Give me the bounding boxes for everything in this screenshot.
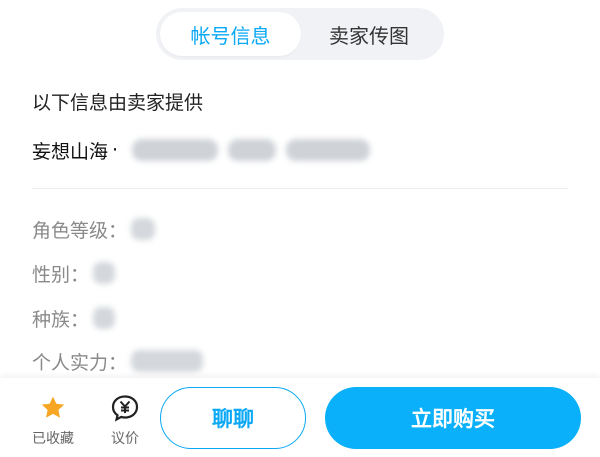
attribute-row-gender: 性别：: [32, 258, 116, 288]
blurred-value: [93, 262, 116, 284]
tab-bar: 帐号信息 卖家传图: [156, 8, 444, 60]
attribute-label: 角色等级：: [32, 219, 128, 242]
attribute-row-level: 角色等级：: [32, 214, 156, 244]
divider: [32, 188, 568, 189]
favorite-label: 已收藏: [32, 431, 74, 447]
buy-now-button[interactable]: 立即购买: [325, 387, 581, 449]
star-icon: [41, 396, 65, 418]
attribute-label: 种族：: [32, 308, 90, 331]
bottom-action-bar: 已收藏 议价 聊聊 立即购买: [0, 378, 600, 457]
attribute-row-race: 种族：: [32, 303, 116, 333]
blurred-region-info: [228, 139, 277, 161]
attribute-label: 性别：: [32, 263, 90, 286]
favorite-button[interactable]: 已收藏: [28, 394, 78, 448]
blurred-server-info: [132, 139, 219, 161]
tab-bar-container: 帐号信息 卖家传图: [0, 8, 600, 60]
attribute-label: 个人实力：: [32, 351, 128, 374]
blurred-value: [93, 307, 116, 329]
attribute-row-power: 个人实力：: [32, 346, 204, 376]
yen-bubble-icon: [111, 395, 139, 422]
intro-text: 以下信息由卖家提供: [32, 92, 204, 114]
bargain-label: 议价: [111, 431, 139, 447]
tab-seller-images[interactable]: 卖家传图: [301, 12, 437, 56]
bargain-button[interactable]: 议价: [100, 394, 150, 448]
tab-account-info[interactable]: 帐号信息: [160, 12, 301, 56]
blurred-account-info: [286, 139, 371, 161]
game-name: 妄想山海: [32, 140, 109, 163]
seller-info-line: 妄想山海 ·: [32, 136, 371, 164]
chat-button[interactable]: 聊聊: [160, 387, 306, 449]
separator-dot: ·: [112, 139, 119, 161]
blurred-value: [131, 218, 156, 240]
blurred-value: [131, 350, 204, 372]
